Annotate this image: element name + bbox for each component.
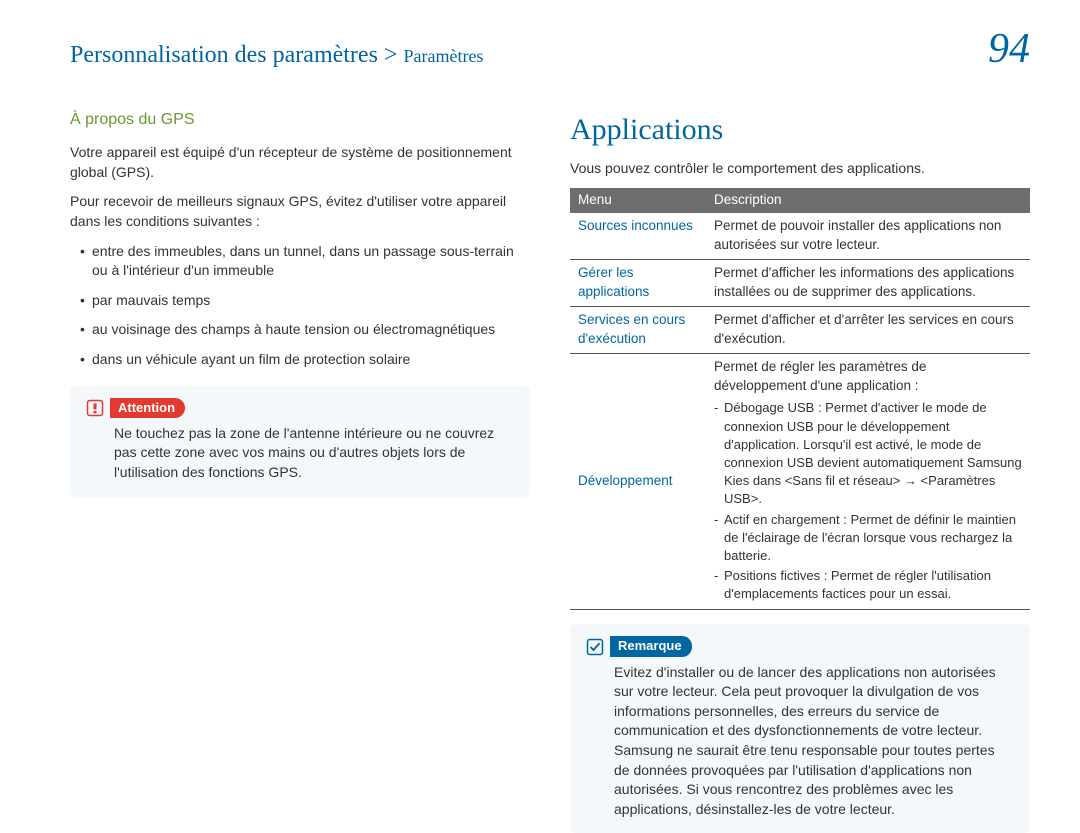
table-header-row: Menu Description: [570, 188, 1030, 213]
menu-desc: Permet de pouvoir installer des applicat…: [706, 213, 1030, 259]
gps-heading: À propos du GPS: [70, 109, 530, 131]
list-item: entre des immeubles, dans un tunnel, dan…: [80, 242, 530, 281]
remark-callout: Remarque Evitez d'installer ou de lancer…: [570, 624, 1030, 833]
breadcrumb: Personnalisation des paramètres > Paramè…: [70, 39, 483, 73]
attention-text: Ne touchez pas la zone de l'antenne inté…: [86, 424, 514, 483]
dev-items-list: Débogage USB : Permet d'activer le mode …: [714, 399, 1022, 603]
menu-label: Gérer les applications: [570, 260, 706, 307]
menu-label: Services en cours d'exécution: [570, 306, 706, 353]
applications-heading: Applications: [570, 109, 1030, 151]
applications-table: Menu Description Sources inconnues Perme…: [570, 188, 1030, 610]
list-item: Débogage USB : Permet d'activer le mode …: [714, 399, 1022, 508]
menu-desc: Permet de régler les paramètres de dével…: [706, 353, 1030, 610]
menu-label: Développement: [570, 353, 706, 610]
table-row: Services en cours d'exécution Permet d'a…: [570, 306, 1030, 353]
attention-badge: Attention: [110, 398, 185, 418]
list-item: au voisinage des champs à haute tension …: [80, 320, 530, 340]
remark-text: Evitez d'installer ou de lancer des appl…: [586, 663, 1014, 820]
dev-desc-intro: Permet de régler les paramètres de dével…: [714, 359, 926, 393]
col-menu: Menu: [570, 188, 706, 213]
breadcrumb-separator: >: [378, 42, 404, 68]
breadcrumb-main: Personnalisation des paramètres: [70, 42, 378, 68]
menu-desc: Permet d'afficher et d'arrêter les servi…: [706, 306, 1030, 353]
attention-callout: Attention Ne touchez pas la zone de l'an…: [70, 386, 530, 497]
menu-desc: Permet d'afficher les informations des a…: [706, 260, 1030, 307]
table-row: Développement Permet de régler les param…: [570, 353, 1030, 610]
menu-label: Sources inconnues: [570, 213, 706, 259]
left-column: À propos du GPS Votre appareil est équip…: [70, 109, 530, 833]
applications-intro: Vous pouvez contrôler le comportement de…: [570, 159, 1030, 179]
list-item: Positions fictives : Permet de régler l'…: [714, 567, 1022, 603]
attention-icon: [86, 399, 104, 417]
list-item: par mauvais temps: [80, 291, 530, 311]
gps-conditions-list: entre des immeubles, dans un tunnel, dan…: [70, 242, 530, 370]
list-item: dans un véhicule ayant un film de protec…: [80, 350, 530, 370]
list-item: Actif en chargement : Permet de définir …: [714, 511, 1022, 566]
table-row: Gérer les applications Permet d'afficher…: [570, 260, 1030, 307]
col-description: Description: [706, 188, 1030, 213]
breadcrumb-sub: Paramètres: [403, 46, 483, 66]
gps-intro-2: Pour recevoir de meilleurs signaux GPS, …: [70, 192, 530, 231]
right-column: Applications Vous pouvez contrôler le co…: [570, 109, 1030, 833]
remark-badge: Remarque: [610, 636, 692, 656]
table-row: Sources inconnues Permet de pouvoir inst…: [570, 213, 1030, 259]
gps-intro-1: Votre appareil est équipé d'un récepteur…: [70, 143, 530, 182]
page-number: 94: [988, 20, 1030, 79]
remark-icon: [586, 638, 604, 656]
